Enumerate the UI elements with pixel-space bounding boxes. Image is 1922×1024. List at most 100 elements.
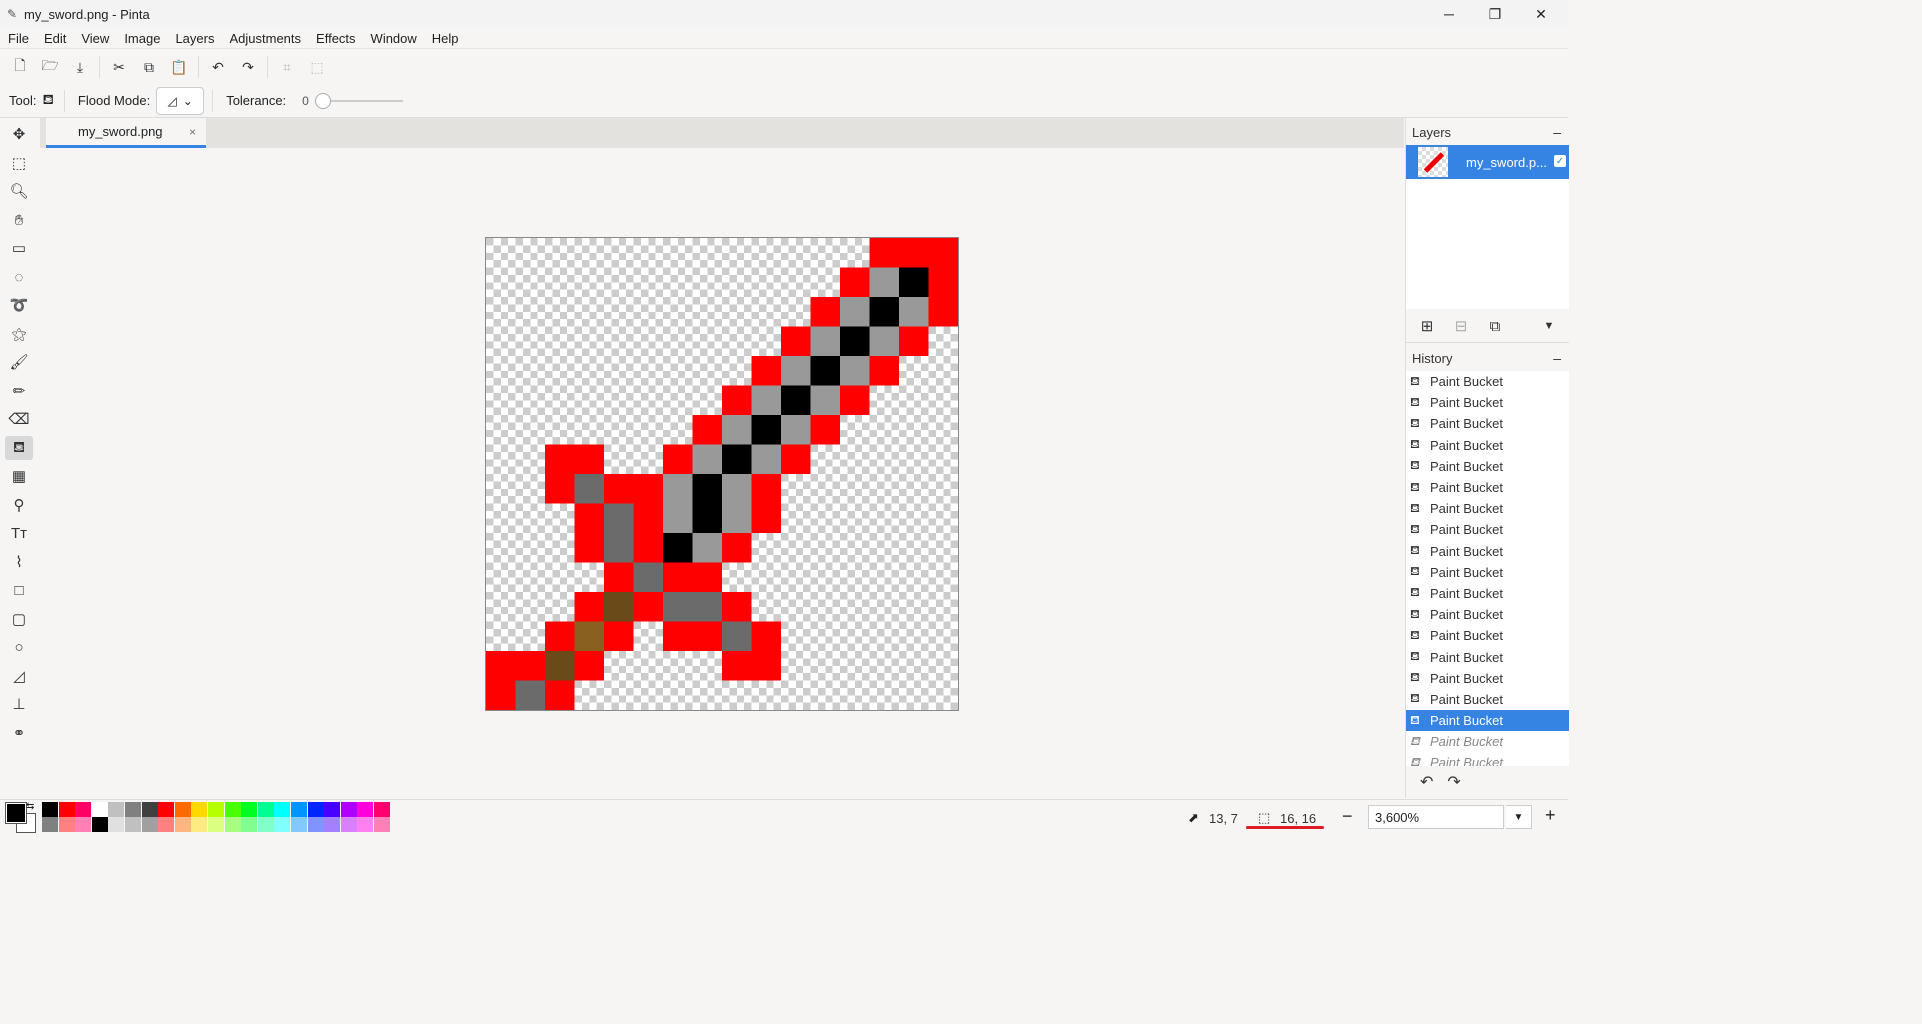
palette-color-swatch[interactable]: [340, 817, 357, 832]
menu-effects[interactable]: Effects: [308, 31, 363, 46]
palette-color-swatch[interactable]: [257, 817, 274, 832]
history-item[interactable]: ⛾ Paint Bucket: [1406, 541, 1569, 562]
cut-icon[interactable]: ✂: [104, 52, 134, 82]
menu-file[interactable]: File: [0, 31, 36, 46]
paint-bucket-tool-icon[interactable]: ⛾: [5, 436, 33, 460]
color-picker-tool-icon[interactable]: ⚲: [5, 493, 33, 517]
palette-color-swatch[interactable]: [274, 802, 291, 817]
palette-color-swatch[interactable]: [42, 802, 58, 817]
menu-image[interactable]: Image: [116, 31, 167, 46]
zoom-input[interactable]: 3,600%: [1368, 805, 1504, 829]
clone-stamp-tool-icon[interactable]: ⊥: [5, 692, 33, 716]
palette-color-swatch[interactable]: [141, 817, 158, 832]
history-collapse-button[interactable]: –: [1553, 350, 1561, 366]
new-file-icon[interactable]: 🗋: [5, 52, 35, 82]
layer-menu-chevron-icon[interactable]: ▼: [1532, 320, 1566, 332]
zoom-dropdown-chevron-icon[interactable]: ▼: [1506, 805, 1532, 829]
slider-knob[interactable]: [314, 92, 331, 109]
add-layer-icon[interactable]: ⊞: [1410, 317, 1444, 335]
menu-view[interactable]: View: [73, 31, 116, 46]
gradient-tool-icon[interactable]: ▦: [5, 464, 33, 488]
line-curve-tool-icon[interactable]: ⌇: [5, 550, 33, 574]
palette-color-swatch[interactable]: [191, 802, 208, 817]
freeform-shape-tool-icon[interactable]: ◿: [5, 664, 33, 688]
palette-color-swatch[interactable]: [108, 817, 125, 832]
palette-color-swatch[interactable]: [75, 817, 92, 832]
palette-color-swatch[interactable]: [125, 817, 141, 832]
palette-color-swatch[interactable]: [374, 817, 390, 832]
palette-color-swatch[interactable]: [291, 802, 307, 817]
palette-color-swatch[interactable]: [158, 802, 175, 817]
palette-color-swatch[interactable]: [42, 817, 58, 832]
magic-wand-tool-icon[interactable]: ⚝: [5, 322, 33, 346]
palette-color-swatch[interactable]: [241, 802, 258, 817]
palette-color-swatch[interactable]: [340, 802, 357, 817]
zoom-in-button[interactable]: +: [1545, 805, 1556, 826]
history-item[interactable]: ⛾ Paint Bucket: [1406, 604, 1569, 625]
history-item[interactable]: ⛾ Paint Bucket: [1406, 435, 1569, 456]
history-item[interactable]: ⛾ Paint Bucket: [1406, 456, 1569, 477]
history-item[interactable]: ⛾ Paint Bucket: [1406, 646, 1569, 667]
history-undo-icon[interactable]: ↶: [1420, 772, 1433, 792]
palette-color-swatch[interactable]: [191, 817, 208, 832]
text-tool-icon[interactable]: Tт: [5, 521, 33, 545]
move-selected-tool-icon[interactable]: ✥: [5, 122, 33, 146]
palette-color-swatch[interactable]: [291, 817, 307, 832]
ellipse-tool-icon[interactable]: ○: [5, 635, 33, 659]
save-icon[interactable]: ⤓: [65, 52, 95, 82]
primary-color-swatch[interactable]: [5, 802, 27, 824]
palette-color-swatch[interactable]: [158, 817, 175, 832]
image-canvas[interactable]: [485, 237, 959, 711]
rectangle-tool-icon[interactable]: □: [5, 578, 33, 602]
palette-color-swatch[interactable]: [241, 817, 258, 832]
palette-color-swatch[interactable]: [307, 817, 324, 832]
history-item[interactable]: ⛾ Paint Bucket: [1406, 668, 1569, 689]
history-item[interactable]: ⛾ Paint Bucket: [1406, 625, 1569, 646]
palette-color-swatch[interactable]: [91, 802, 108, 817]
pencil-tool-icon[interactable]: ✏︎: [5, 379, 33, 403]
palette-color-swatch[interactable]: [208, 817, 224, 832]
history-item[interactable]: ⛾ Paint Bucket: [1406, 392, 1569, 413]
palette-color-swatch[interactable]: [174, 817, 191, 832]
history-item[interactable]: ⛾ Paint Bucket: [1406, 477, 1569, 498]
swap-colors-icon[interactable]: ⇆: [26, 801, 34, 812]
rectangle-select-tool-icon[interactable]: ▭: [5, 236, 33, 260]
eraser-tool-icon[interactable]: ⌫: [5, 407, 33, 431]
close-tab-icon[interactable]: ×: [189, 125, 196, 139]
flood-mode-dropdown[interactable]: ◿ ⌄: [156, 86, 205, 115]
palette-color-swatch[interactable]: [324, 817, 341, 832]
layer-visibility-checkbox[interactable]: ✓: [1554, 155, 1566, 167]
palette-color-swatch[interactable]: [58, 802, 75, 817]
lasso-select-tool-icon[interactable]: ➰: [5, 293, 33, 317]
duplicate-layer-icon[interactable]: ⧉: [1478, 318, 1512, 335]
palette-color-swatch[interactable]: [75, 802, 92, 817]
history-item[interactable]: ⛾ Paint Bucket: [1406, 731, 1569, 752]
history-item[interactable]: ⛾ Paint Bucket: [1406, 689, 1569, 710]
layers-collapse-button[interactable]: –: [1553, 124, 1561, 140]
delete-layer-icon[interactable]: ⊟: [1444, 317, 1478, 335]
recolor-tool-icon[interactable]: ⚭: [5, 721, 33, 745]
palette-color-swatch[interactable]: [125, 802, 141, 817]
open-file-icon[interactable]: 🗁: [35, 52, 65, 82]
menu-help[interactable]: Help: [424, 31, 466, 46]
paste-icon[interactable]: 📋: [164, 52, 194, 82]
palette-color-swatch[interactable]: [58, 817, 75, 832]
palette-color-swatch[interactable]: [224, 817, 241, 832]
history-item[interactable]: ⛾ Paint Bucket: [1406, 710, 1569, 732]
history-item[interactable]: ⛾ Paint Bucket: [1406, 519, 1569, 540]
palette-color-swatch[interactable]: [108, 802, 125, 817]
move-selection-tool-icon[interactable]: ⬚: [5, 151, 33, 175]
pan-tool-icon[interactable]: ✋︎: [5, 208, 33, 232]
rounded-rectangle-tool-icon[interactable]: ▢: [5, 607, 33, 631]
palette-color-swatch[interactable]: [141, 802, 158, 817]
redo-icon[interactable]: ↷: [233, 52, 263, 82]
history-item[interactable]: ⛾ Paint Bucket: [1406, 413, 1569, 434]
menu-edit[interactable]: Edit: [36, 31, 73, 46]
palette-color-swatch[interactable]: [374, 802, 390, 817]
tolerance-slider[interactable]: [313, 91, 403, 111]
palette-color-swatch[interactable]: [224, 802, 241, 817]
history-item[interactable]: ⛾ Paint Bucket: [1406, 562, 1569, 583]
menu-layers[interactable]: Layers: [167, 31, 221, 46]
close-window-button[interactable]: ✕: [1518, 0, 1564, 28]
crop-icon[interactable]: ⌗: [272, 52, 302, 82]
